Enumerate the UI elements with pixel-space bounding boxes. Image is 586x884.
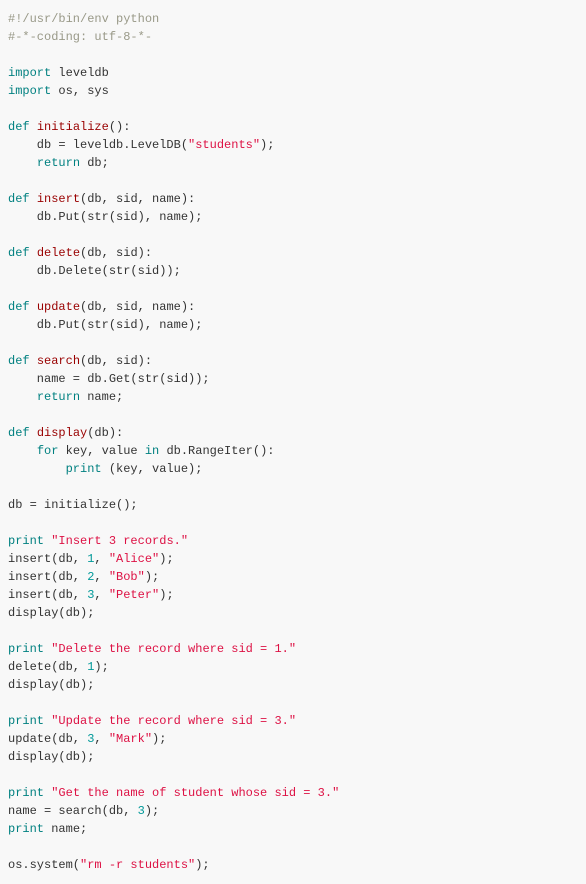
str-insert3: "Insert 3 records." [51, 534, 188, 548]
comma: , [94, 588, 108, 602]
call-display: display(db); [8, 606, 94, 620]
kw-in: in [145, 444, 159, 458]
fn-search: search [37, 354, 80, 368]
kw-print: print [8, 822, 44, 836]
indent [8, 462, 66, 476]
call: insert(db, [8, 588, 87, 602]
kw-print: print [8, 642, 44, 656]
body: name; [80, 390, 123, 404]
call: insert(db, [8, 570, 87, 584]
kw-def: def [8, 426, 30, 440]
call-display: display(db); [8, 678, 94, 692]
close: ); [159, 588, 173, 602]
body: db.Put(str(sid), name); [8, 318, 202, 332]
close: ); [159, 552, 173, 566]
str-update3: "Update the record where sid = 3." [51, 714, 296, 728]
sig: (db): [87, 426, 123, 440]
code-block: #!/usr/bin/env python #-*-coding: utf-8-… [8, 10, 578, 874]
str-bob: "Bob" [109, 570, 145, 584]
kw-def: def [8, 246, 30, 260]
mod-os-sys: os, sys [51, 84, 109, 98]
str-students: "students" [188, 138, 260, 152]
body: name; [44, 822, 87, 836]
kw-return: return [37, 390, 80, 404]
call: update(db, [8, 732, 87, 746]
fn-delete: delete [37, 246, 80, 260]
sp [30, 300, 37, 314]
body: ); [260, 138, 274, 152]
main-assign: db = initialize(); [8, 498, 138, 512]
fn-initialize: initialize [37, 120, 109, 134]
kw-print: print [66, 462, 102, 476]
mod-leveldb: leveldb [51, 66, 109, 80]
kw-print: print [8, 714, 44, 728]
coding-comment: #-*-coding: utf-8-*- [8, 30, 152, 44]
kw-import: import [8, 66, 51, 80]
str-rm: "rm -r students" [80, 858, 195, 872]
kw-def: def [8, 120, 30, 134]
close: ); [145, 804, 159, 818]
close: ); [195, 858, 209, 872]
kw-print: print [8, 786, 44, 800]
str-getname: "Get the name of student whose sid = 3." [51, 786, 339, 800]
call-display: display(db); [8, 750, 94, 764]
close: ); [145, 570, 159, 584]
close: ); [152, 732, 166, 746]
num: 3 [138, 804, 145, 818]
body: db.Put(str(sid), name); [8, 210, 202, 224]
sig: (db, sid, name): [80, 192, 195, 206]
kw-def: def [8, 300, 30, 314]
comma: , [94, 552, 108, 566]
sp [30, 246, 37, 260]
sp [30, 192, 37, 206]
call: name = search(db, [8, 804, 138, 818]
comma: , [94, 570, 108, 584]
kw-print: print [8, 534, 44, 548]
indent [8, 390, 37, 404]
sp [30, 120, 37, 134]
sp [30, 354, 37, 368]
str-delete1: "Delete the record where sid = 1." [51, 642, 296, 656]
call: insert(db, [8, 552, 87, 566]
fn-update: update [37, 300, 80, 314]
sig: (): [109, 120, 131, 134]
body: name = db.Get(str(sid)); [8, 372, 210, 386]
body: db.Delete(str(sid)); [8, 264, 181, 278]
sig: (db, sid, name): [80, 300, 195, 314]
kw-def: def [8, 354, 30, 368]
close: ); [94, 660, 108, 674]
body: key, value [58, 444, 144, 458]
str-mark: "Mark" [109, 732, 152, 746]
sig: (db, sid): [80, 354, 152, 368]
indent [8, 444, 37, 458]
body: db; [80, 156, 109, 170]
kw-return: return [37, 156, 80, 170]
kw-def: def [8, 192, 30, 206]
body: db.RangeIter(): [159, 444, 274, 458]
fn-insert: insert [37, 192, 80, 206]
shebang-comment: #!/usr/bin/env python [8, 12, 159, 26]
sp [30, 426, 37, 440]
sig: (db, sid): [80, 246, 152, 260]
comma: , [94, 732, 108, 746]
fn-display: display [37, 426, 87, 440]
kw-import: import [8, 84, 51, 98]
indent [8, 156, 37, 170]
body: db = leveldb.LevelDB( [8, 138, 188, 152]
str-alice: "Alice" [109, 552, 159, 566]
call: os.system( [8, 858, 80, 872]
body: (key, value); [102, 462, 203, 476]
str-peter: "Peter" [109, 588, 159, 602]
call: delete(db, [8, 660, 87, 674]
kw-for: for [37, 444, 59, 458]
